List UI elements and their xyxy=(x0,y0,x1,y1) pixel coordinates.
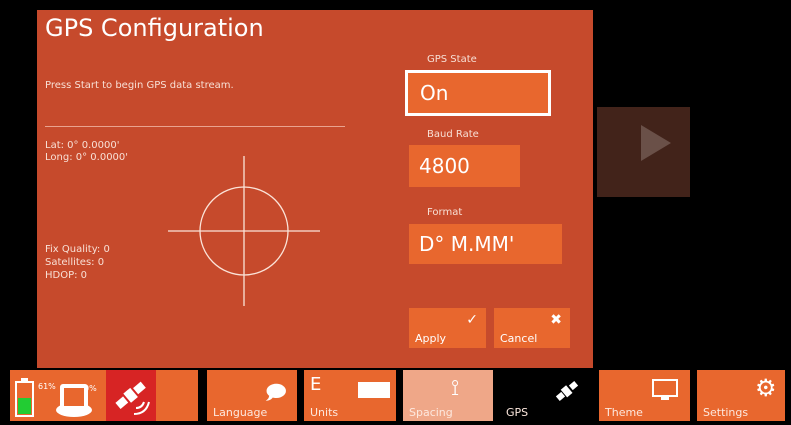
units-letter: E xyxy=(310,374,322,395)
gps-label: GPS xyxy=(506,406,529,419)
status-tile: 61% 0% xyxy=(10,370,198,421)
language-tile[interactable]: 🗩 Language xyxy=(207,370,297,421)
units-tile[interactable]: E Units xyxy=(304,370,396,421)
theme-tile[interactable]: Theme xyxy=(599,370,690,421)
spacing-tile[interactable]: ⟟ Spacing xyxy=(403,370,493,421)
language-label: Language xyxy=(213,406,268,419)
gps-status-tile xyxy=(106,370,156,421)
settings-tile[interactable]: ⚙ Settings xyxy=(697,370,785,421)
gps-stats: Fix Quality: 0 Satellites: 0 HDOP: 0 xyxy=(45,243,110,282)
intro-text: Press Start to begin GPS data stream. xyxy=(45,80,234,91)
divider xyxy=(45,126,345,127)
satellite-small-icon xyxy=(555,380,579,402)
gps-state-label: GPS State xyxy=(427,54,477,65)
format-select[interactable]: D° M.MM' xyxy=(409,224,562,264)
dialog-title: GPS Configuration xyxy=(45,14,264,42)
gps-signal-percent: 0% xyxy=(84,384,97,393)
spacing-icon: ⟟ xyxy=(451,376,460,401)
ruler-icon xyxy=(358,382,390,398)
satellite-icon xyxy=(115,381,150,415)
play-arrow-icon xyxy=(641,125,671,161)
spacing-label: Spacing xyxy=(409,406,453,419)
battery-icon xyxy=(15,378,34,417)
longitude-readout: Long: 0° 0.0000' xyxy=(45,152,129,163)
hdop-value: HDOP: 0 xyxy=(45,270,88,281)
gps-state-toggle[interactable]: On xyxy=(405,70,551,116)
next-page-button[interactable] xyxy=(597,107,690,197)
settings-label: Settings xyxy=(703,406,749,419)
cancel-button[interactable]: ✖ Cancel xyxy=(494,308,570,348)
cancel-label: Cancel xyxy=(500,332,538,345)
baud-rate-select[interactable]: 4800 xyxy=(409,145,520,187)
units-label: Units xyxy=(310,406,339,419)
baud-rate-label: Baud Rate xyxy=(427,129,479,140)
apply-label: Apply xyxy=(415,332,447,345)
gear-icon: ⚙ xyxy=(755,374,777,402)
apply-button[interactable]: ✓ Apply xyxy=(409,308,486,348)
format-label: Format xyxy=(427,207,463,218)
monitor-icon xyxy=(652,379,678,400)
theme-label: Theme xyxy=(605,406,643,419)
language-icon: 🗩 xyxy=(264,380,287,404)
latitude-readout: Lat: 0° 0.0000' xyxy=(45,140,120,151)
coordinates-readout: Lat: 0° 0.0000' Long: 0° 0.0000' xyxy=(45,140,128,164)
check-icon: ✓ xyxy=(466,312,478,328)
satellites-count: Satellites: 0 xyxy=(45,257,105,268)
fix-quality: Fix Quality: 0 xyxy=(45,244,110,255)
gps-crosshair-icon xyxy=(168,156,320,306)
close-icon: ✖ xyxy=(550,312,562,328)
gps-tab[interactable]: GPS xyxy=(500,370,592,421)
